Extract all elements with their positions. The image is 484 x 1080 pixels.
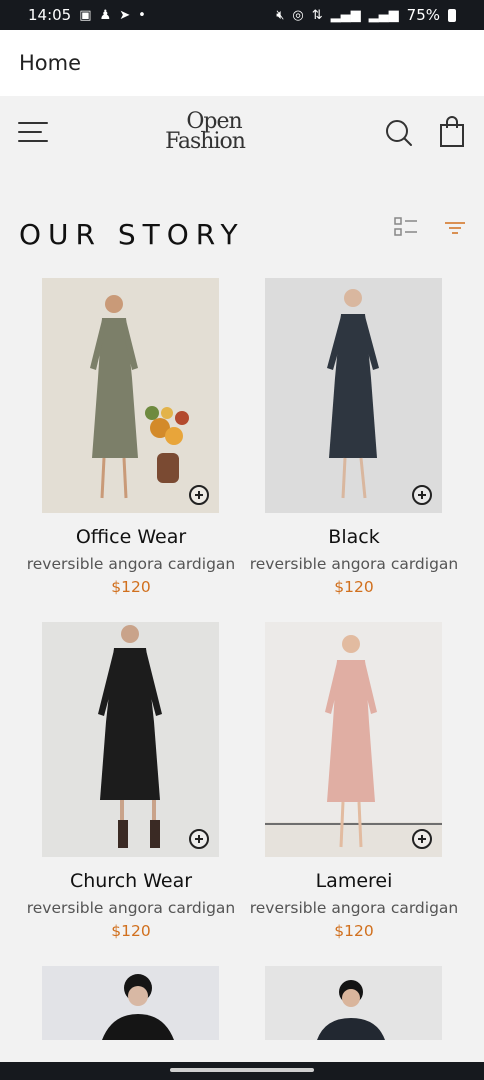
product-image[interactable] xyxy=(265,966,442,1040)
product-name: Black xyxy=(328,526,380,548)
list-view-button[interactable] xyxy=(394,217,418,237)
shopping-bag-icon xyxy=(440,116,464,147)
battery-percent: 75% xyxy=(406,6,440,24)
filter-button[interactable] xyxy=(444,220,466,236)
model-figure xyxy=(265,966,442,1040)
add-to-cart-button[interactable] xyxy=(189,829,209,849)
product-price: $120 xyxy=(334,922,374,940)
product-price: $120 xyxy=(111,922,151,940)
status-time: 14:05 xyxy=(28,6,72,24)
search-icon xyxy=(386,120,412,146)
list-view-icon xyxy=(394,217,417,236)
add-to-cart-button[interactable] xyxy=(412,829,432,849)
data-icon: ⇅ xyxy=(311,7,323,23)
product-image[interactable] xyxy=(42,966,219,1040)
system-nav-bar xyxy=(0,1062,484,1080)
battery-icon xyxy=(448,8,456,22)
search-button[interactable] xyxy=(384,118,414,148)
product-card[interactable]: Black reversible angora cardigan $120 xyxy=(245,278,475,608)
section-title: OUR STORY xyxy=(19,218,245,251)
shopping-bag-button[interactable] xyxy=(438,116,466,148)
model-figure xyxy=(265,278,442,513)
product-description: reversible angora cardigan xyxy=(249,555,459,573)
product-image[interactable] xyxy=(265,278,442,513)
home-gesture-handle[interactable] xyxy=(170,1068,314,1072)
model-figure xyxy=(42,278,219,513)
add-to-cart-button[interactable] xyxy=(412,485,432,505)
menu-icon xyxy=(18,122,48,124)
menu-icon-line xyxy=(18,131,42,133)
signal-icon: ▂▄▆ xyxy=(330,7,361,23)
status-bar: 14:05 ▣ ♟ ➤ • 🔇︎ ◎ ⇅ ▂▄▆ ▂▄▆ 75% xyxy=(0,0,484,30)
telegram-icon: ➤ xyxy=(119,7,131,23)
product-name: Church Wear xyxy=(69,870,193,892)
model-figure xyxy=(42,966,219,1040)
hotspot-icon: ◎ xyxy=(292,7,304,23)
product-card[interactable] xyxy=(22,966,252,1040)
model-figure xyxy=(42,622,219,857)
product-card[interactable] xyxy=(245,966,475,1040)
signal-icon-2: ▂▄▆ xyxy=(368,7,399,23)
add-to-cart-button[interactable] xyxy=(189,485,209,505)
logo-line-2: Fashion xyxy=(165,129,246,154)
snapchat-icon: ♟ xyxy=(99,7,112,23)
product-card[interactable]: Office Wear reversible angora cardigan $… xyxy=(22,278,252,608)
product-image[interactable] xyxy=(42,622,219,857)
product-name: Office Wear xyxy=(75,526,187,548)
product-description: reversible angora cardigan xyxy=(26,899,236,917)
filter-icon xyxy=(445,222,465,234)
product-description: reversible angora cardigan xyxy=(249,899,459,917)
menu-button[interactable] xyxy=(18,122,48,144)
product-name: Lamerei xyxy=(315,870,393,892)
product-card[interactable]: Church Wear reversible angora cardigan $… xyxy=(22,622,252,952)
dot-icon: • xyxy=(138,7,146,23)
model-figure xyxy=(265,622,442,857)
product-image[interactable] xyxy=(265,622,442,857)
product-card[interactable]: Lamerei reversible angora cardigan $120 xyxy=(245,622,475,952)
logo[interactable]: Open Fashion xyxy=(150,111,260,154)
app-bar: Home xyxy=(0,30,484,96)
product-description: reversible angora cardigan xyxy=(26,555,236,573)
product-image[interactable] xyxy=(42,278,219,513)
gallery-icon: ▣ xyxy=(79,7,92,23)
product-price: $120 xyxy=(111,578,151,596)
product-price: $120 xyxy=(334,578,374,596)
mute-icon: 🔇︎ xyxy=(276,7,285,23)
store-header: Open Fashion xyxy=(0,96,484,172)
app-bar-title: Home xyxy=(19,51,82,75)
menu-icon-line xyxy=(18,140,48,142)
